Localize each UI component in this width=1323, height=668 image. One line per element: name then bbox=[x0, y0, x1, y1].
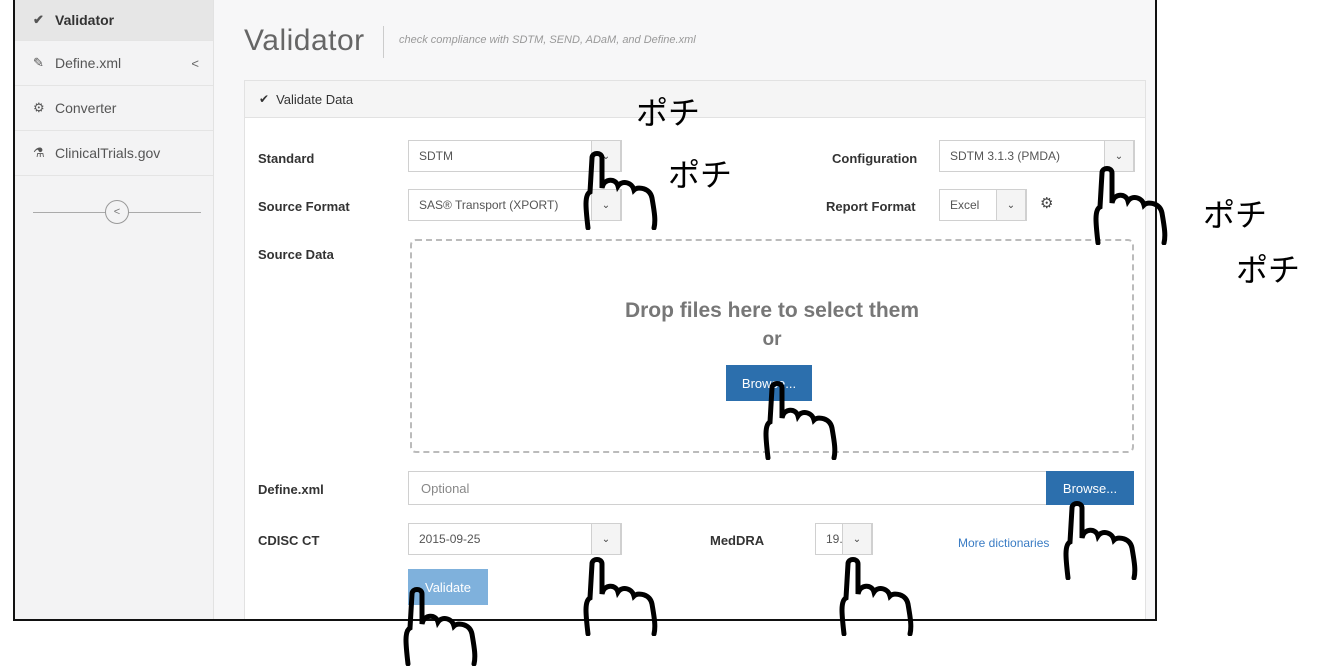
more-dictionaries-link[interactable]: More dictionaries bbox=[958, 536, 1049, 550]
check-icon: ✔ bbox=[259, 92, 270, 106]
annotation-pochi: ポチ bbox=[668, 156, 733, 194]
cdisc-ct-select[interactable]: 2015-09-25 ⌄ bbox=[408, 523, 622, 555]
pencil-icon: ✎ bbox=[33, 55, 44, 70]
drop-or-text: or bbox=[762, 329, 782, 350]
report-format-label: Report Format bbox=[826, 199, 916, 214]
configuration-label: Configuration bbox=[832, 151, 918, 166]
pointing-hand-icon bbox=[1093, 166, 1168, 245]
pointing-hand-icon bbox=[1063, 501, 1138, 580]
sidebar-item-validator[interactable]: ✔ Validator bbox=[15, 0, 213, 41]
cdisc-ct-value: 2015-09-25 bbox=[419, 532, 481, 546]
standard-label: Standard bbox=[258, 151, 315, 166]
source-format-value: SAS® Transport (XPORT) bbox=[419, 198, 559, 212]
collapse-sidebar-button[interactable]: < bbox=[105, 200, 129, 224]
pointing-hand-icon bbox=[839, 557, 914, 636]
meddra-label: MedDRA bbox=[710, 533, 765, 548]
pointing-hand-icon bbox=[583, 151, 658, 230]
sidebar: ✔ Validator ✎ Define.xml < ⚙ Converter ⚗… bbox=[15, 0, 214, 619]
chevron-down-icon[interactable]: ⌄ bbox=[996, 189, 1026, 221]
sidebar-item-define-xml[interactable]: ✎ Define.xml < bbox=[15, 41, 213, 86]
sidebar-item-label: Validator bbox=[55, 12, 115, 28]
sidebar-item-clinicaltrials[interactable]: ⚗ ClinicalTrials.gov bbox=[15, 131, 213, 176]
cdisc-ct-label: CDISC CT bbox=[258, 533, 320, 548]
chevron-down-icon[interactable]: ⌄ bbox=[842, 523, 872, 555]
sidebar-item-label: ClinicalTrials.gov bbox=[55, 145, 161, 161]
app-window: ✔ Validator ✎ Define.xml < ⚙ Converter ⚗… bbox=[13, 0, 1157, 621]
sidebar-collapse: < bbox=[33, 200, 201, 224]
check-icon: ✔ bbox=[33, 12, 44, 27]
sidebar-item-label: Converter bbox=[55, 100, 117, 116]
annotation-pochi: ポチ bbox=[1203, 196, 1268, 234]
flask-icon: ⚗ bbox=[33, 145, 45, 160]
page-subtitle: check compliance with SDTM, SEND, ADaM, … bbox=[399, 34, 696, 46]
title-divider bbox=[383, 26, 384, 58]
panel-title: Validate Data bbox=[276, 91, 354, 107]
page-title: Validator bbox=[244, 24, 365, 57]
sidebar-item-converter[interactable]: ⚙ Converter bbox=[15, 86, 213, 131]
define-xml-label: Define.xml bbox=[258, 482, 324, 497]
pointing-hand-icon bbox=[763, 381, 838, 460]
chevron-down-icon[interactable]: ⌄ bbox=[591, 523, 621, 555]
gears-icon: ⚙ bbox=[33, 100, 45, 115]
pointing-hand-icon bbox=[583, 557, 658, 636]
configuration-value: SDTM 3.1.3 (PMDA) bbox=[950, 149, 1061, 163]
standard-value: SDTM bbox=[419, 149, 453, 163]
define-xml-input[interactable]: Optional bbox=[408, 471, 1048, 505]
gear-icon[interactable]: ⚙ bbox=[1040, 194, 1053, 212]
meddra-select[interactable]: 19.1 ⌄ bbox=[815, 523, 873, 555]
pointing-hand-icon bbox=[403, 587, 478, 666]
report-format-select[interactable]: Excel ⌄ bbox=[939, 189, 1027, 221]
annotation-pochi: ポチ bbox=[1236, 251, 1301, 289]
source-format-label: Source Format bbox=[258, 199, 350, 214]
chevron-left-icon: < bbox=[191, 55, 199, 71]
annotation-pochi: ポチ bbox=[636, 94, 701, 132]
report-format-value: Excel bbox=[950, 198, 980, 212]
drop-text: Drop files here to select them bbox=[624, 299, 920, 322]
sidebar-item-label: Define.xml bbox=[55, 55, 122, 71]
source-data-label: Source Data bbox=[258, 247, 334, 262]
